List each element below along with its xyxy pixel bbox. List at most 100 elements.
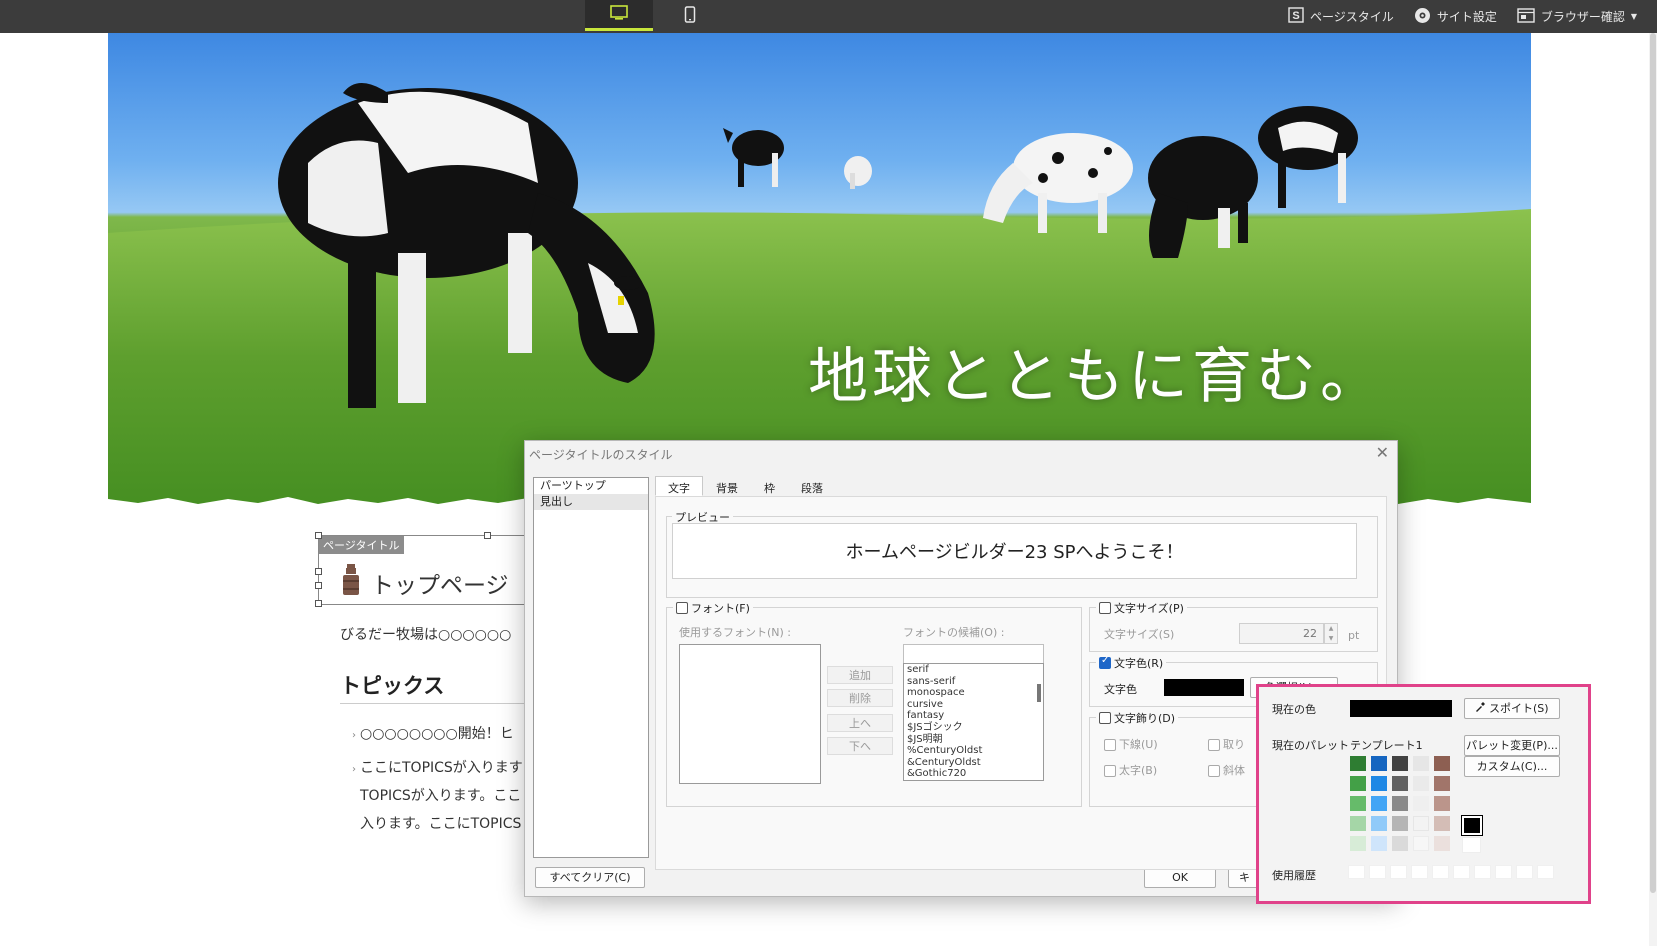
page-style-button[interactable]: S ページスタイル bbox=[1288, 7, 1394, 26]
underline-checkbox[interactable] bbox=[1104, 739, 1116, 751]
font-candidate-list[interactable]: serif sans-serif monospace cursive fanta… bbox=[903, 663, 1044, 781]
resize-handle[interactable] bbox=[484, 532, 491, 539]
palette-swatch[interactable] bbox=[1371, 836, 1387, 851]
add-font-button[interactable]: 追加 bbox=[827, 666, 893, 684]
change-palette-button[interactable]: パレット変更(P)... bbox=[1464, 735, 1560, 756]
move-up-button[interactable]: 上へ bbox=[827, 714, 893, 732]
font-option[interactable]: fantasy bbox=[904, 710, 1043, 722]
palette-swatch[interactable] bbox=[1371, 776, 1387, 791]
palette-swatch[interactable] bbox=[1413, 836, 1429, 851]
size-checkbox-box[interactable] bbox=[1099, 602, 1111, 614]
font-option[interactable]: $JSゴシック bbox=[904, 722, 1043, 734]
size-input[interactable]: 22 bbox=[1239, 623, 1324, 644]
resize-handle[interactable] bbox=[315, 582, 322, 589]
color-checkbox-box[interactable] bbox=[1099, 655, 1111, 669]
palette-swatch[interactable] bbox=[1413, 756, 1429, 771]
history-swatch[interactable] bbox=[1369, 865, 1386, 879]
page-title-part[interactable]: ページタイトル トップページ bbox=[315, 532, 528, 607]
remove-font-button[interactable]: 削除 bbox=[827, 689, 893, 707]
font-checkbox[interactable]: フォント(F) bbox=[673, 600, 753, 616]
list-item[interactable]: パーツトップ bbox=[534, 478, 648, 494]
custom-color-button[interactable]: カスタム(C)... bbox=[1464, 756, 1560, 777]
strike-option[interactable]: 取り bbox=[1208, 736, 1245, 752]
decoration-checkbox-box[interactable] bbox=[1099, 712, 1111, 724]
italic-checkbox[interactable] bbox=[1208, 765, 1220, 777]
palette-swatch[interactable] bbox=[1392, 776, 1408, 791]
history-swatch[interactable] bbox=[1411, 865, 1428, 879]
size-stepper[interactable]: ▲ ▼ bbox=[1324, 623, 1338, 644]
history-swatch[interactable] bbox=[1390, 865, 1407, 879]
palette-swatch[interactable] bbox=[1434, 816, 1450, 831]
history-swatch[interactable] bbox=[1495, 865, 1512, 879]
ok-button[interactable]: OK bbox=[1144, 867, 1216, 888]
palette-swatch[interactable] bbox=[1350, 776, 1366, 791]
palette-swatch[interactable] bbox=[1392, 756, 1408, 771]
resize-handle[interactable] bbox=[315, 600, 322, 607]
palette-swatch[interactable] bbox=[1392, 796, 1408, 811]
history-swatch[interactable] bbox=[1474, 865, 1491, 879]
palette-swatch[interactable] bbox=[1350, 836, 1366, 851]
history-swatch[interactable] bbox=[1348, 865, 1365, 879]
palette-swatch[interactable] bbox=[1413, 776, 1429, 791]
site-settings-button[interactable]: サイト設定 bbox=[1414, 7, 1497, 27]
browser-check-button[interactable]: ブラウザー確認 ▼ bbox=[1517, 7, 1637, 26]
eyedropper-button[interactable]: スポイト(S) bbox=[1464, 698, 1560, 719]
palette-swatch[interactable] bbox=[1413, 796, 1429, 811]
close-icon[interactable]: ✕ bbox=[1376, 443, 1389, 462]
palette-swatch[interactable] bbox=[1350, 816, 1366, 831]
color-checkbox[interactable]: 文字色(R) bbox=[1096, 655, 1167, 671]
palette-swatch[interactable] bbox=[1413, 816, 1429, 831]
cancel-button[interactable]: キ bbox=[1228, 867, 1258, 888]
element-list[interactable]: パーツトップ 見出し bbox=[533, 477, 649, 858]
font-option[interactable]: %CenturyOldst bbox=[904, 745, 1043, 757]
tab-background[interactable]: 背景 bbox=[703, 476, 751, 496]
palette-swatch[interactable] bbox=[1434, 756, 1450, 771]
page-scrollbar-thumb[interactable] bbox=[1650, 33, 1656, 893]
font-option[interactable]: cursive bbox=[904, 699, 1043, 711]
list-item[interactable]: 見出し bbox=[534, 494, 648, 510]
font-option[interactable]: &Gothic720 bbox=[904, 768, 1043, 780]
font-option[interactable]: serif bbox=[904, 664, 1043, 676]
palette-swatch[interactable] bbox=[1371, 816, 1387, 831]
tab-border[interactable]: 枠 bbox=[751, 476, 788, 496]
palette-swatch-selected-black[interactable] bbox=[1461, 815, 1483, 836]
palette-swatch[interactable] bbox=[1392, 816, 1408, 831]
page-scrollbar[interactable] bbox=[1649, 33, 1657, 946]
strike-checkbox[interactable] bbox=[1208, 739, 1220, 751]
bold-checkbox[interactable] bbox=[1104, 765, 1116, 777]
history-swatch[interactable] bbox=[1453, 865, 1470, 879]
font-option[interactable]: $JS明朝 bbox=[904, 734, 1043, 746]
size-checkbox[interactable]: 文字サイズ(P) bbox=[1096, 600, 1187, 616]
tab-text[interactable]: 文字 bbox=[655, 476, 703, 496]
font-list-scrollbar[interactable] bbox=[1037, 684, 1041, 702]
palette-swatch[interactable] bbox=[1434, 836, 1450, 851]
palette-swatch[interactable] bbox=[1371, 756, 1387, 771]
clear-all-button[interactable]: すべてクリア(C) bbox=[535, 867, 645, 888]
topic-item[interactable]: › ここにTOPICSが入ります bbox=[352, 755, 523, 783]
palette-swatch[interactable] bbox=[1434, 776, 1450, 791]
resize-handle[interactable] bbox=[315, 532, 322, 539]
resize-handle[interactable] bbox=[315, 568, 322, 575]
history-swatch[interactable] bbox=[1537, 865, 1554, 879]
tab-paragraph[interactable]: 段落 bbox=[788, 476, 836, 496]
font-option[interactable]: sans-serif bbox=[904, 676, 1043, 688]
underline-option[interactable]: 下線(U) bbox=[1104, 736, 1158, 752]
bold-option[interactable]: 太字(B) bbox=[1104, 762, 1157, 778]
pc-view-button[interactable] bbox=[585, 0, 653, 31]
history-swatch[interactable] bbox=[1516, 865, 1533, 879]
font-checkbox-box[interactable] bbox=[676, 602, 688, 614]
palette-swatch[interactable] bbox=[1350, 796, 1366, 811]
history-swatch[interactable] bbox=[1432, 865, 1449, 879]
used-font-list[interactable] bbox=[679, 644, 821, 784]
decoration-checkbox[interactable]: 文字飾り(D) bbox=[1096, 710, 1179, 726]
italic-option[interactable]: 斜体 bbox=[1208, 762, 1245, 778]
mobile-view-button[interactable] bbox=[670, 0, 710, 31]
palette-swatch-white[interactable] bbox=[1462, 837, 1481, 853]
font-option[interactable]: &CenturyOldst bbox=[904, 757, 1043, 769]
topic-item[interactable]: › ○○○○○○○○開始！ヒ bbox=[352, 721, 514, 749]
palette-swatch[interactable] bbox=[1371, 796, 1387, 811]
move-down-button[interactable]: 下へ bbox=[827, 737, 893, 755]
palette-swatch[interactable] bbox=[1350, 756, 1366, 771]
palette-swatch[interactable] bbox=[1392, 836, 1408, 851]
font-candidate-input[interactable] bbox=[903, 644, 1044, 664]
